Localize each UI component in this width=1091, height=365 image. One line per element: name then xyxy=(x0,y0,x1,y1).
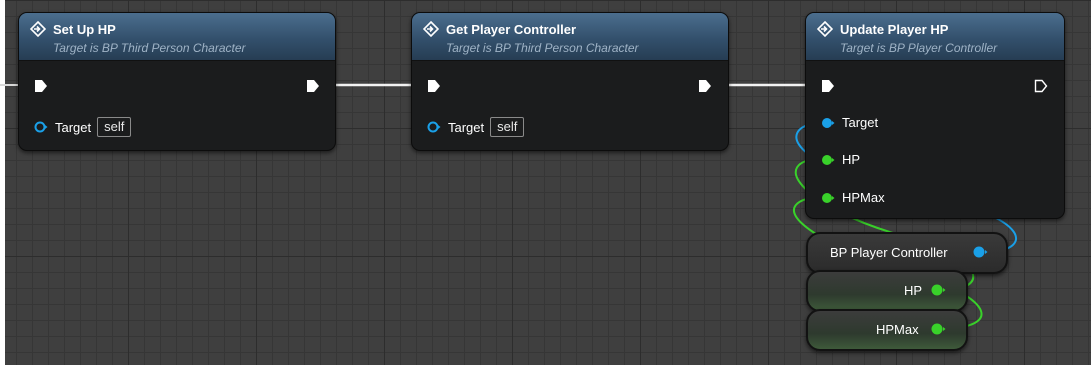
float-pin-icon[interactable] xyxy=(821,191,835,205)
object-pin-icon[interactable] xyxy=(427,120,441,134)
hp-variable[interactable]: HP xyxy=(806,270,968,312)
variable-label: HP xyxy=(904,283,923,298)
target-self-field[interactable]: self xyxy=(97,117,132,137)
exec-in-pin[interactable] xyxy=(821,79,835,93)
exec-out-pin[interactable] xyxy=(306,79,320,93)
pin-label-hpmax: HPMax xyxy=(842,190,885,205)
node-header: Update Player HP Target is BP Player Con… xyxy=(806,13,1064,61)
object-pin-icon[interactable] xyxy=(34,120,48,134)
float-pin-icon[interactable] xyxy=(930,283,946,297)
target-pin-row: Target self xyxy=(427,117,525,137)
pin-label-hp: HP xyxy=(842,152,861,167)
float-pin-icon[interactable] xyxy=(930,322,946,336)
node-subtitle: Target is BP Third Person Character xyxy=(446,41,639,55)
float-pin-icon[interactable] xyxy=(821,153,835,167)
exec-in-pin[interactable] xyxy=(34,79,48,93)
object-pin-icon[interactable] xyxy=(972,245,988,259)
hpmax-pin-row: HPMax xyxy=(821,190,885,205)
bp-player-controller-variable[interactable]: BP Player Controller xyxy=(806,232,1008,274)
target-self-field[interactable]: self xyxy=(490,117,525,137)
target-pin-row: Target xyxy=(821,115,878,130)
function-icon xyxy=(30,21,46,37)
variable-label: HPMax xyxy=(876,322,919,337)
setup-hp-node[interactable]: Set Up HP Target is BP Third Person Char… xyxy=(18,12,336,151)
node-header: Set Up HP Target is BP Third Person Char… xyxy=(19,13,335,61)
exec-out-pin[interactable] xyxy=(698,79,712,93)
node-subtitle: Target is BP Player Controller xyxy=(840,41,998,55)
node-header: Get Player Controller Target is BP Third… xyxy=(412,13,728,61)
update-player-hp-node[interactable]: Update Player HP Target is BP Player Con… xyxy=(805,12,1065,219)
function-icon xyxy=(817,21,833,37)
node-subtitle: Target is BP Third Person Character xyxy=(53,41,246,55)
pin-label-target: Target xyxy=(842,115,879,130)
exec-in-pin[interactable] xyxy=(427,79,441,93)
target-label: Target xyxy=(448,119,485,135)
get-player-controller-node[interactable]: Get Player Controller Target is BP Third… xyxy=(411,12,729,151)
variable-label: BP Player Controller xyxy=(830,245,948,260)
hp-pin-row: HP xyxy=(821,152,860,167)
node-title: Set Up HP xyxy=(53,22,116,37)
node-title: Update Player HP xyxy=(840,22,949,37)
exec-out-pin-unconnected[interactable] xyxy=(1034,79,1048,93)
target-label: Target xyxy=(55,119,92,135)
hpmax-variable[interactable]: HPMax xyxy=(806,309,968,351)
target-pin-row: Target self xyxy=(34,117,132,137)
object-pin-icon[interactable] xyxy=(821,116,835,130)
function-icon xyxy=(423,21,439,37)
node-title: Get Player Controller xyxy=(446,22,577,37)
